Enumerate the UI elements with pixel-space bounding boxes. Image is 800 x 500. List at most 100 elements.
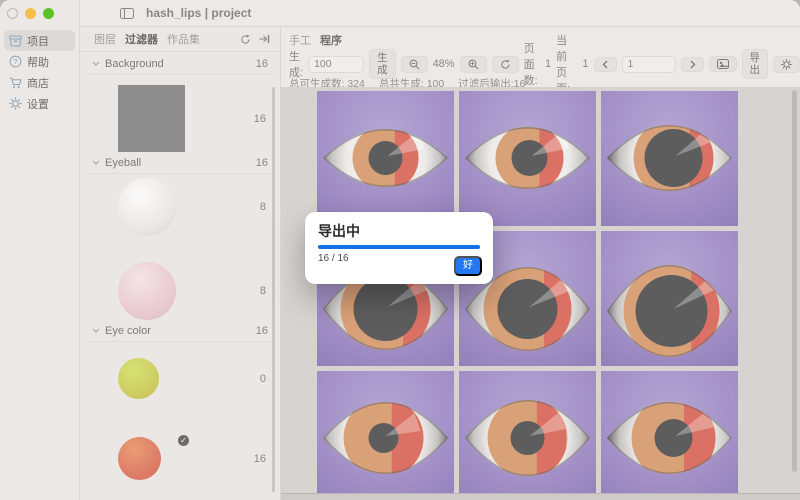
sidebar-item-2[interactable]: 商店: [4, 72, 75, 93]
main-tab-0[interactable]: 手工: [289, 32, 311, 48]
sidebar-toggle-icon[interactable]: [120, 8, 134, 19]
sidebar-item-label: 商店: [27, 75, 49, 91]
refresh-button[interactable]: [492, 56, 519, 73]
current-page-value: 1: [582, 58, 588, 70]
layer-thumbnail-sphere[interactable]: [118, 437, 161, 480]
chevron-down-icon: [92, 160, 100, 165]
layer-item-count: 0: [260, 373, 272, 385]
sidebar-item-label: 帮助: [27, 54, 49, 70]
traffic-lights: [7, 8, 54, 19]
pages-value: 1: [545, 58, 551, 70]
section-count: 16: [256, 157, 268, 169]
gear-icon: [781, 59, 792, 70]
section-name: Eyeball: [105, 157, 141, 169]
close-window-button[interactable]: [7, 8, 18, 19]
chevron-left-icon: [602, 60, 609, 69]
zoom-in-icon: [468, 59, 479, 70]
progress-count: 16 / 16: [318, 253, 349, 264]
sidebar-item-1[interactable]: ? 帮助: [4, 51, 75, 72]
layer-item-count: 8: [260, 285, 272, 297]
titlebar: hash_lips | project: [80, 0, 800, 27]
prev-page-button[interactable]: [594, 57, 617, 72]
layers-panel: 图层过滤器作品集 Background 16 16 Eyeball 16 8 8 Eye co…: [80, 27, 281, 500]
export-button[interactable]: 导出: [742, 49, 769, 79]
svg-text:?: ?: [13, 57, 17, 66]
sidebar-item-label: 设置: [27, 96, 49, 112]
panel-tab-1[interactable]: 过滤器: [125, 31, 158, 47]
layer-section-eye-color[interactable]: Eye color 16: [88, 320, 272, 342]
cart-icon: [9, 76, 22, 89]
zoom-level: 48%: [433, 58, 455, 70]
layer-thumbnail-sphere[interactable]: [118, 358, 159, 399]
artwork-tile-9[interactable]: [601, 371, 738, 493]
app-window: 项目? 帮助商店设置 hash_lips | project 图层过滤器作品集 B…: [0, 0, 800, 500]
section-count: 16: [256, 325, 268, 337]
artwork-tile-1[interactable]: [317, 91, 454, 226]
layer-item-count: 16: [254, 453, 272, 465]
zoom-window-button[interactable]: [43, 8, 54, 19]
panel-scrollbar[interactable]: [272, 87, 275, 492]
sidebar-item-3[interactable]: 设置: [4, 93, 75, 114]
sidebar-items: 项目? 帮助商店设置: [4, 30, 75, 114]
generate-button[interactable]: 生成: [369, 49, 396, 79]
zoom-out-button[interactable]: [401, 56, 428, 73]
toolbar: 生成: 生成 48% 页面数: 1 当前页面: 1: [281, 52, 800, 92]
minimize-window-button[interactable]: [25, 8, 36, 19]
layer-item[interactable]: 16: [88, 85, 272, 152]
photo-icon: [717, 59, 729, 69]
export-progress-bar: [318, 245, 480, 249]
artwork-tile-2[interactable]: [459, 91, 596, 226]
chevron-down-icon: [92, 328, 100, 333]
chevron-right-icon: [689, 60, 696, 69]
pages-label: 页面数:: [524, 40, 540, 88]
projects-icon: [9, 34, 22, 47]
panel-body: Background 16 16 Eyeball 16 8 8 Eye color 16 0 16: [80, 53, 280, 500]
layer-thumbnail-sphere[interactable]: [118, 262, 176, 320]
section-name: Eye color: [105, 325, 151, 337]
sidebar: 项目? 帮助商店设置: [0, 0, 80, 500]
artwork-tile-8[interactable]: [459, 371, 596, 493]
page-number-input[interactable]: [622, 56, 676, 73]
refresh-icon[interactable]: [240, 34, 251, 45]
selected-check-icon: ✓: [178, 435, 189, 446]
section-name: Background: [105, 58, 164, 70]
zoom-out-icon: [409, 59, 420, 70]
layer-item[interactable]: 8: [88, 262, 272, 320]
ok-button[interactable]: 好: [454, 256, 482, 276]
layer-item[interactable]: 8: [88, 178, 272, 236]
generate-count-input[interactable]: [308, 56, 364, 73]
settings-button[interactable]: [773, 56, 800, 73]
collapse-panel-icon[interactable]: [259, 34, 270, 45]
artwork-grid: [317, 91, 738, 493]
main-vertical-scrollbar[interactable]: [792, 90, 797, 472]
main-tabs: 手工程序: [281, 27, 800, 52]
artwork-tile-7[interactable]: [317, 371, 454, 493]
toolbar-row: 生成: 生成 48% 页面数: 1 当前页面: 1: [289, 54, 800, 74]
main-horizontal-scrollbar[interactable]: [281, 493, 800, 500]
layer-item[interactable]: 0: [88, 358, 272, 399]
main-tab-1[interactable]: 程序: [320, 32, 342, 48]
preview-image-button[interactable]: [709, 56, 737, 72]
layer-section-eyeball[interactable]: Eyeball 16: [88, 152, 272, 174]
artwork-tile-6[interactable]: [601, 231, 738, 366]
preview-canvas: [281, 87, 800, 493]
gear-icon: [9, 97, 22, 110]
refresh-icon: [500, 59, 511, 70]
layer-section-background[interactable]: Background 16: [88, 53, 272, 75]
layer-thumbnail-square[interactable]: [118, 85, 185, 152]
sidebar-item-label: 项目: [27, 33, 49, 49]
sidebar-item-0[interactable]: 项目: [4, 30, 75, 51]
layer-thumbnail-sphere[interactable]: [118, 178, 176, 236]
artwork-tile-3[interactable]: [601, 91, 738, 226]
export-modal: 导出中 16 / 16 好: [305, 212, 493, 284]
panel-tab-2[interactable]: 作品集: [167, 31, 200, 47]
zoom-in-button[interactable]: [460, 56, 487, 73]
help-icon: ?: [9, 55, 22, 68]
layer-item-count: 16: [254, 113, 272, 125]
layer-item-count: 8: [260, 201, 272, 213]
panel-tab-0[interactable]: 图层: [94, 31, 116, 47]
next-page-button[interactable]: [681, 57, 704, 72]
section-count: 16: [256, 58, 268, 70]
modal-title: 导出中: [305, 212, 493, 241]
panel-tabs: 图层过滤器作品集: [80, 27, 280, 52]
